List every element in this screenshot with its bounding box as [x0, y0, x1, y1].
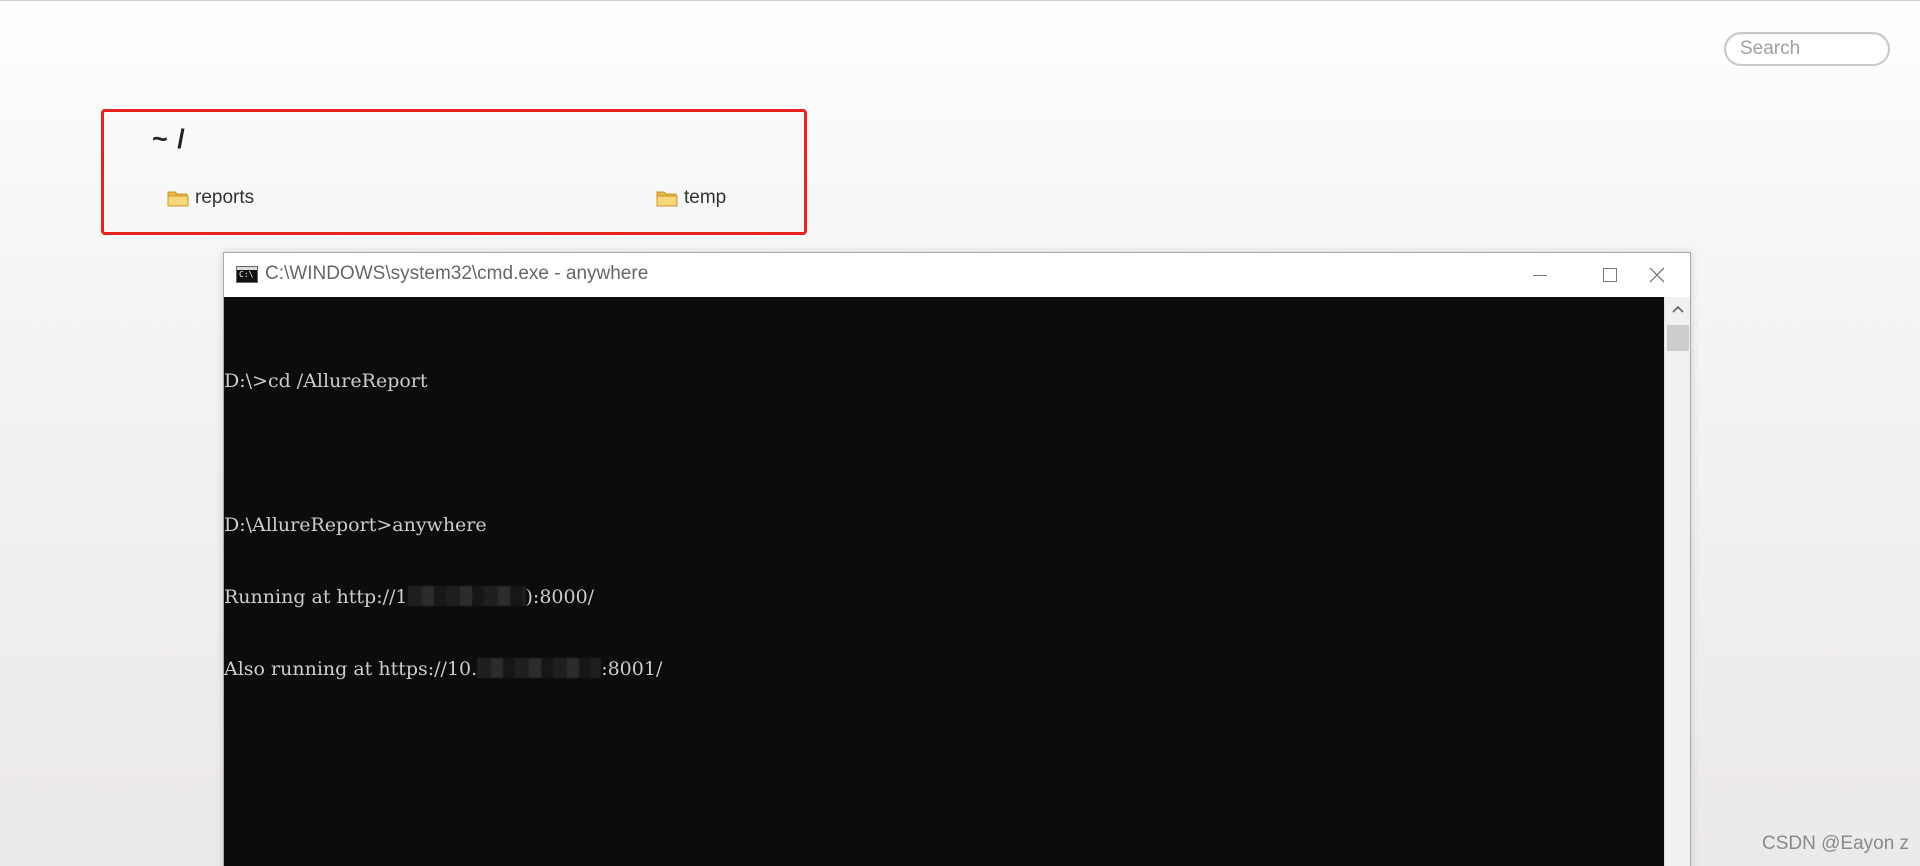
- chevron-up-icon: [1672, 305, 1684, 313]
- console-text: Also running at https://10.: [224, 658, 478, 680]
- folder-link-reports[interactable]: reports: [167, 187, 254, 209]
- folder-icon: [167, 191, 189, 207]
- breadcrumb: ~ /: [152, 124, 186, 154]
- folder-name: temp: [684, 187, 727, 208]
- close-button[interactable]: [1622, 253, 1692, 297]
- scroll-thumb[interactable]: [1667, 325, 1689, 351]
- minimize-icon: [1533, 274, 1547, 276]
- console-output[interactable]: D:\>cd /AllureReport D:\AllureReport>any…: [224, 297, 1664, 866]
- search-input[interactable]: [1724, 32, 1890, 66]
- console-line: D:\AllureReport>anywhere: [224, 514, 487, 536]
- console-line: Running at http://1 ):8000/: [224, 585, 1664, 609]
- minimize-button[interactable]: [1505, 253, 1575, 297]
- window-title: C:\WINDOWS\system32\cmd.exe - anywhere: [265, 263, 649, 284]
- scroll-up-button[interactable]: [1665, 297, 1691, 321]
- console-text: :8001/: [601, 658, 663, 680]
- folder-icon: [656, 191, 678, 207]
- cmd-prompt-icon: C:\: [236, 266, 258, 283]
- folder-link-temp[interactable]: temp: [656, 187, 726, 209]
- watermark: CSDN @Eayon z: [1762, 833, 1910, 854]
- console-text: ):8000/: [525, 586, 595, 608]
- vertical-scrollbar[interactable]: [1664, 297, 1690, 866]
- close-icon: [1649, 267, 1665, 283]
- redacted-ip: [407, 586, 526, 606]
- folder-name: reports: [195, 187, 255, 208]
- directory-listing-highlight: ~ / reports temp: [101, 109, 807, 235]
- maximize-icon: [1603, 268, 1617, 282]
- cmd-window[interactable]: C:\ C:\WINDOWS\system32\cmd.exe - anywhe…: [223, 252, 1691, 866]
- console-text: Running at http://1: [224, 586, 408, 608]
- console-line: Also running at https://10. :8001/: [224, 657, 1664, 681]
- console-line: D:\>cd /AllureReport: [224, 370, 428, 392]
- redacted-ip: [477, 658, 602, 678]
- window-titlebar[interactable]: C:\ C:\WINDOWS\system32\cmd.exe - anywhe…: [224, 253, 1690, 297]
